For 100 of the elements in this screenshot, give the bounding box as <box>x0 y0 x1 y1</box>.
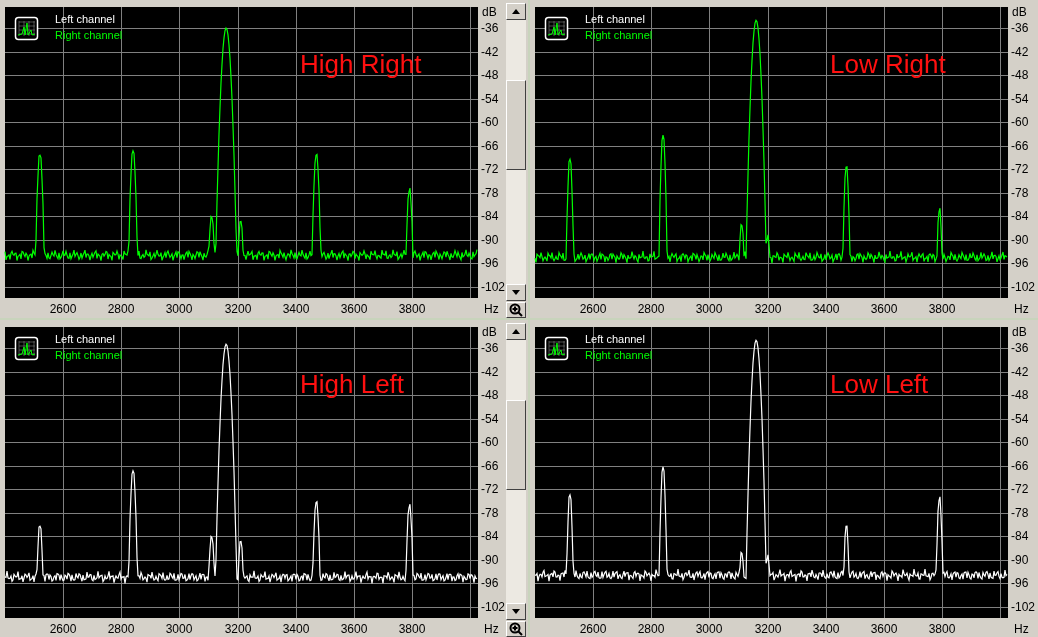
axis-tick-label: -72 <box>1011 162 1029 176</box>
axis-tick-label: -60 <box>481 115 499 129</box>
legend-label: Left channel <box>55 13 115 25</box>
axis-tick-label: -102 <box>481 600 505 614</box>
axis-unit-label: Hz <box>484 622 499 636</box>
axis-tick-label: 3600 <box>870 622 898 636</box>
axis-tick-label: 2600 <box>49 622 77 636</box>
zoom-button[interactable] <box>506 621 526 637</box>
panel-title: High Right <box>300 49 422 79</box>
axis-tick-label: 3200 <box>224 302 252 316</box>
panel-title: High Left <box>300 369 405 399</box>
scroll-thumb[interactable] <box>506 400 526 490</box>
spectrum-icon <box>14 16 39 41</box>
down-arrow-icon <box>512 609 520 614</box>
scroll-down-button[interactable] <box>506 284 526 301</box>
axis-unit-label: Hz <box>484 302 499 316</box>
axis-unit-label: dB <box>482 5 497 19</box>
axis-tick-label: -102 <box>1011 600 1036 614</box>
axis-tick-label: 3200 <box>754 622 782 636</box>
axis-tick-label: -102 <box>1011 280 1036 294</box>
axis-tick-label: 3400 <box>282 622 310 636</box>
legend-label: Right channel <box>55 29 123 41</box>
legend-label: Right channel <box>585 349 653 361</box>
axis-tick-label: 3200 <box>224 622 252 636</box>
axis-tick-label: 3600 <box>870 302 898 316</box>
legend-label: Left channel <box>585 333 645 345</box>
axis-tick-label: 2800 <box>107 622 135 636</box>
axis-tick-label: -90 <box>481 553 499 567</box>
axis-tick-label: 2800 <box>637 302 665 316</box>
spectrum-icon <box>14 336 39 361</box>
axis-tick-label: -48 <box>1011 388 1029 402</box>
axis-tick-label: -72 <box>481 482 499 496</box>
axis-tick-label: -48 <box>1011 68 1029 82</box>
axis-tick-label: -78 <box>1011 506 1029 520</box>
axis-tick-label: 3000 <box>695 622 723 636</box>
axis-tick-label: -84 <box>1011 209 1029 223</box>
axis-tick-label: 3800 <box>398 302 426 316</box>
axis-tick-label: 3400 <box>812 302 840 316</box>
axis-tick-label: -90 <box>1011 553 1029 567</box>
legend-label: Right channel <box>55 349 123 361</box>
axis-tick-label: -48 <box>481 68 499 82</box>
axis-tick-label: -90 <box>1011 233 1029 247</box>
axis-tick-label: -66 <box>481 139 499 153</box>
axis-tick-label: 2600 <box>49 302 77 316</box>
axis-tick-label: 3000 <box>695 302 723 316</box>
spectrum-icon <box>544 16 569 41</box>
zoom-icon <box>509 303 523 317</box>
axis-tick-label: 2800 <box>107 302 135 316</box>
axis-tick-label: -42 <box>481 45 499 59</box>
legend-label: Left channel <box>585 13 645 25</box>
legend-label: Right channel <box>585 29 653 41</box>
zoom-icon <box>509 622 523 636</box>
axis-tick-label: -66 <box>1011 459 1029 473</box>
axis-tick-label: -54 <box>481 412 499 426</box>
axis-tick-label: -102 <box>481 280 505 294</box>
scroll-up-button[interactable] <box>506 3 526 20</box>
axis-tick-label: -66 <box>1011 139 1029 153</box>
axis-tick-label: -36 <box>1011 21 1029 35</box>
axis-tick-label: 3800 <box>928 302 956 316</box>
axis-unit-label: dB <box>1012 325 1027 339</box>
axis-tick-label: 3000 <box>165 622 193 636</box>
axis-tick-label: 3800 <box>928 622 956 636</box>
axis-tick-label: -72 <box>481 162 499 176</box>
scroll-up-button[interactable] <box>506 323 526 340</box>
axis-tick-label: 3000 <box>165 302 193 316</box>
axis-tick-label: 3400 <box>282 302 310 316</box>
axis-tick-label: -96 <box>481 256 499 270</box>
axis-tick-label: -48 <box>481 388 499 402</box>
axis-tick-label: -84 <box>481 529 499 543</box>
legend-label: Left channel <box>55 333 115 345</box>
axis-tick-label: 3600 <box>340 622 368 636</box>
axis-tick-label: -60 <box>1011 115 1029 129</box>
axis-tick-label: -36 <box>481 341 499 355</box>
axis-tick-label: -36 <box>1011 341 1029 355</box>
axis-unit-label: dB <box>1012 5 1027 19</box>
axis-tick-label: -72 <box>1011 482 1029 496</box>
zoom-button[interactable] <box>506 302 526 318</box>
panel-title: Low Right <box>830 49 946 79</box>
axis-unit-label: Hz <box>1014 622 1029 636</box>
axis-tick-label: -36 <box>481 21 499 35</box>
axis-tick-label: -42 <box>1011 365 1029 379</box>
scroll-thumb[interactable] <box>506 80 526 170</box>
up-arrow-icon <box>512 9 520 14</box>
axis-tick-label: 3600 <box>340 302 368 316</box>
axis-tick-label: 2800 <box>637 622 665 636</box>
axis-tick-label: -54 <box>1011 92 1029 106</box>
up-arrow-icon <box>512 329 520 334</box>
axis-tick-label: -90 <box>481 233 499 247</box>
down-arrow-icon <box>512 290 520 295</box>
axis-tick-label: -78 <box>481 506 499 520</box>
axis-tick-label: -96 <box>1011 256 1029 270</box>
axis-tick-label: -60 <box>1011 435 1029 449</box>
panel-title: Low Left <box>830 369 929 399</box>
axis-tick-label: -84 <box>481 209 499 223</box>
axis-tick-label: 2600 <box>579 302 607 316</box>
axis-tick-label: -42 <box>1011 45 1029 59</box>
axis-tick-label: -78 <box>481 186 499 200</box>
scroll-down-button[interactable] <box>506 603 526 620</box>
axis-tick-label: -54 <box>1011 412 1029 426</box>
axis-tick-label: 3800 <box>398 622 426 636</box>
